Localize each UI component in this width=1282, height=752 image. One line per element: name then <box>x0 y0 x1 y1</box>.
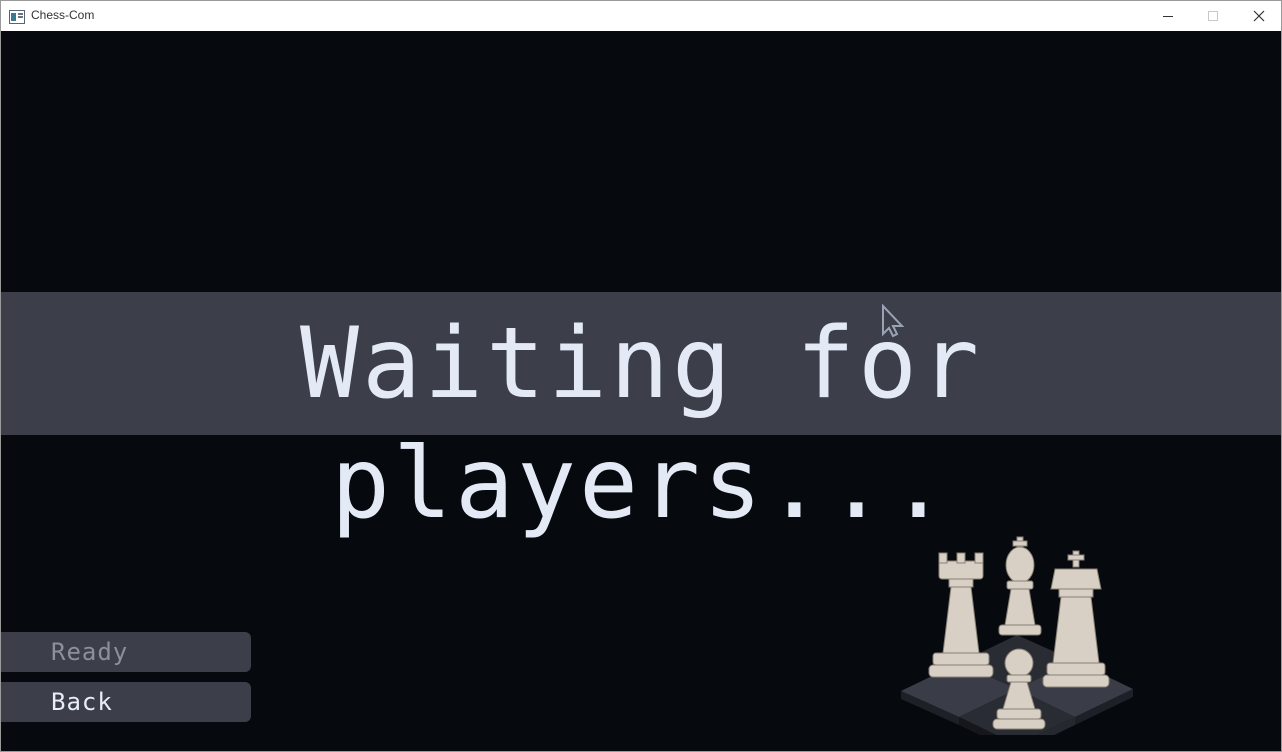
ready-button[interactable]: Ready <box>1 632 251 672</box>
app-window: Chess-Com Waiting for players... Ready B… <box>0 0 1282 752</box>
mouse-pointer-icon <box>882 304 905 338</box>
maximize-icon <box>1208 11 1218 21</box>
minimize-icon <box>1163 16 1173 17</box>
chess-pieces-icon <box>901 536 1133 735</box>
back-button[interactable]: Back <box>1 682 251 722</box>
back-button-label: Back <box>51 688 113 716</box>
ready-button-label: Ready <box>51 638 129 666</box>
minimize-button[interactable] <box>1145 1 1191 31</box>
title-bar: Chess-Com <box>1 1 1281 31</box>
window-title: Chess-Com <box>31 8 95 22</box>
app-icon <box>9 9 25 24</box>
close-icon <box>1253 10 1265 22</box>
close-button[interactable] <box>1236 1 1282 31</box>
maximize-button[interactable] <box>1190 1 1236 31</box>
status-banner: Waiting for players... <box>1 292 1281 541</box>
game-screen: Waiting for players... Ready Back <box>1 31 1281 751</box>
